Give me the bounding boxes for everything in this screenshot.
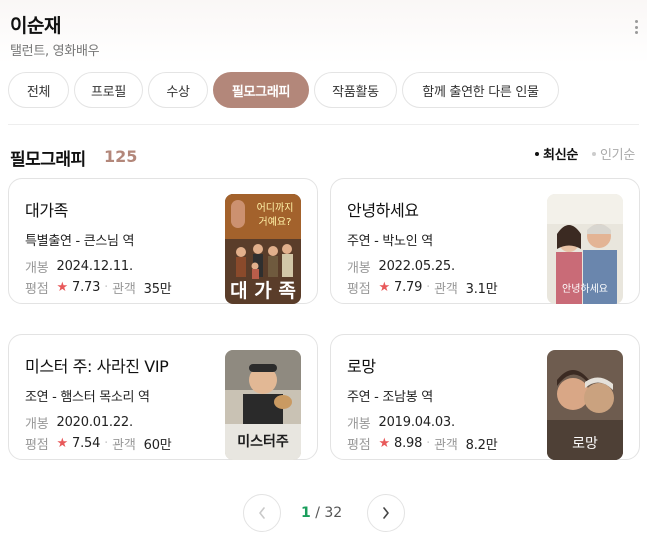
section-title: 필모그래피: [10, 150, 86, 170]
filmography-count: 125: [104, 147, 138, 166]
separator-dot: ·: [426, 436, 431, 451]
film-role: 주연 - 조남봉 역: [347, 390, 433, 405]
tab-costars[interactable]: 함께 출연한 다른 인물: [402, 72, 559, 108]
star-icon: ★: [378, 280, 391, 295]
film-release-date: 2019.04.03.: [378, 415, 456, 430]
star-icon: ★: [378, 436, 391, 451]
film-card[interactable]: 안녕하세요 주연 - 박노인 역 개봉 2022.05.25. 평점 ★ 7.79 · 관…: [330, 178, 640, 304]
tab-bar: 전체 프로필 수상 필모그래피 작품활동 함께 출연한 다른 인물: [8, 72, 559, 108]
film-poster[interactable]: 안녕하세요: [547, 194, 623, 304]
film-title[interactable]: 미스터 주: 사라진 VIP: [25, 353, 169, 377]
person-subtitle: 탤런트, 영화배우: [10, 44, 100, 59]
poster-title-text: 미스터주: [237, 434, 289, 450]
separator-dot: ·: [104, 280, 109, 295]
divider: [8, 124, 639, 125]
pagination: 1 / 32: [243, 494, 405, 532]
film-release-date: 2020.01.22.: [56, 415, 134, 430]
poster-title-text: 대 가 족: [230, 280, 296, 302]
page-indicator: 1 / 32: [301, 505, 342, 521]
rating-label: 평점: [25, 438, 49, 453]
svg-text:어디까지: 어디까지: [257, 202, 294, 214]
film-card[interactable]: 대가족 특별출연 - 큰스님 역 개봉 2024.12.11. 평점 ★ 7.73 · 관…: [8, 178, 318, 304]
film-audience: 3.1만: [465, 282, 498, 297]
prev-page-button[interactable]: [243, 494, 281, 532]
tab-filmography[interactable]: 필모그래피: [213, 72, 309, 108]
audience-label: 관객: [434, 438, 458, 453]
film-poster[interactable]: 어디까지 거예요? 대 가 족: [225, 194, 301, 304]
total-pages: 32: [324, 505, 343, 521]
poster-title-text: 로망: [572, 436, 598, 452]
film-rating: 7.73: [72, 280, 101, 295]
film-release-row: 개봉 2022.05.25.: [347, 257, 455, 276]
separator-dot: ·: [426, 280, 431, 295]
film-role: 조연 - 햄스터 목소리 역: [25, 390, 150, 405]
film-role: 특별출연 - 큰스님 역: [25, 234, 135, 249]
release-label: 개봉: [25, 261, 49, 276]
audience-label: 관객: [112, 282, 136, 297]
film-rating: 7.54: [72, 436, 101, 451]
sort-options: 최신순 인기순: [535, 144, 635, 163]
film-release-date: 2024.12.11.: [56, 259, 134, 274]
release-label: 개봉: [25, 417, 49, 432]
film-stats-row: 평점 ★ 7.79 · 관객 3.1만: [347, 278, 498, 297]
film-release-row: 개봉 2019.04.03.: [347, 413, 455, 432]
film-stats-row: 평점 ★ 7.54 · 관객 60만: [25, 434, 172, 453]
film-release-row: 개봉 2024.12.11.: [25, 257, 133, 276]
film-title[interactable]: 로망: [347, 353, 376, 377]
chevron-right-icon: [383, 507, 389, 519]
person-name[interactable]: 이순재: [10, 11, 61, 38]
film-poster[interactable]: 로망: [547, 350, 623, 460]
film-rating: 8.98: [394, 436, 423, 451]
film-stats-row: 평점 ★ 7.73 · 관객 35만: [25, 278, 172, 297]
audience-label: 관객: [434, 282, 458, 297]
release-label: 개봉: [347, 261, 371, 276]
next-page-button[interactable]: [367, 494, 405, 532]
star-icon: ★: [56, 280, 69, 295]
rating-label: 평점: [347, 438, 371, 453]
star-icon: ★: [56, 436, 69, 451]
film-stats-row: 평점 ★ 8.98 · 관객 8.2만: [347, 434, 498, 453]
page-separator: /: [315, 505, 320, 521]
more-options-icon[interactable]: [631, 18, 641, 36]
chevron-left-icon: [259, 507, 265, 519]
release-label: 개봉: [347, 417, 371, 432]
film-role: 주연 - 박노인 역: [347, 234, 433, 249]
film-release-date: 2022.05.25.: [378, 259, 456, 274]
film-title[interactable]: 대가족: [25, 197, 68, 221]
film-audience: 8.2만: [465, 438, 498, 453]
rating-label: 평점: [347, 282, 371, 297]
tab-works[interactable]: 작품활동: [314, 72, 397, 108]
film-title[interactable]: 안녕하세요: [347, 197, 419, 221]
tab-all[interactable]: 전체: [8, 72, 69, 108]
separator-dot: ·: [104, 436, 109, 451]
tab-awards[interactable]: 수상: [148, 72, 208, 108]
film-card[interactable]: 미스터 주: 사라진 VIP 조연 - 햄스터 목소리 역 개봉 2020.01.…: [8, 334, 318, 460]
sort-dot-icon: [535, 151, 540, 156]
film-card[interactable]: 로망 주연 - 조남봉 역 개봉 2019.04.03. 평점 ★ 8.98 · 관객 8.…: [330, 334, 640, 460]
film-audience: 35만: [143, 282, 172, 297]
rating-label: 평점: [25, 282, 49, 297]
sort-latest-label: 최신순: [543, 148, 579, 163]
svg-text:거예요?: 거예요?: [259, 216, 292, 228]
sort-popular-label: 인기순: [600, 148, 635, 163]
poster-title-text: 안녕하세요: [562, 282, 608, 295]
audience-label: 관객: [112, 438, 136, 453]
film-audience: 60만: [143, 438, 172, 453]
film-rating: 7.79: [394, 280, 423, 295]
sort-latest[interactable]: 최신순: [535, 144, 578, 163]
tab-profile[interactable]: 프로필: [74, 72, 143, 108]
current-page: 1: [301, 505, 311, 521]
sort-popular[interactable]: 인기순: [592, 144, 635, 163]
film-poster[interactable]: 미스터주: [225, 350, 301, 460]
profile-header: 이순재 탤런트, 영화배우: [0, 0, 647, 64]
film-release-row: 개봉 2020.01.22.: [25, 413, 133, 432]
sort-dot-icon: [592, 151, 597, 156]
